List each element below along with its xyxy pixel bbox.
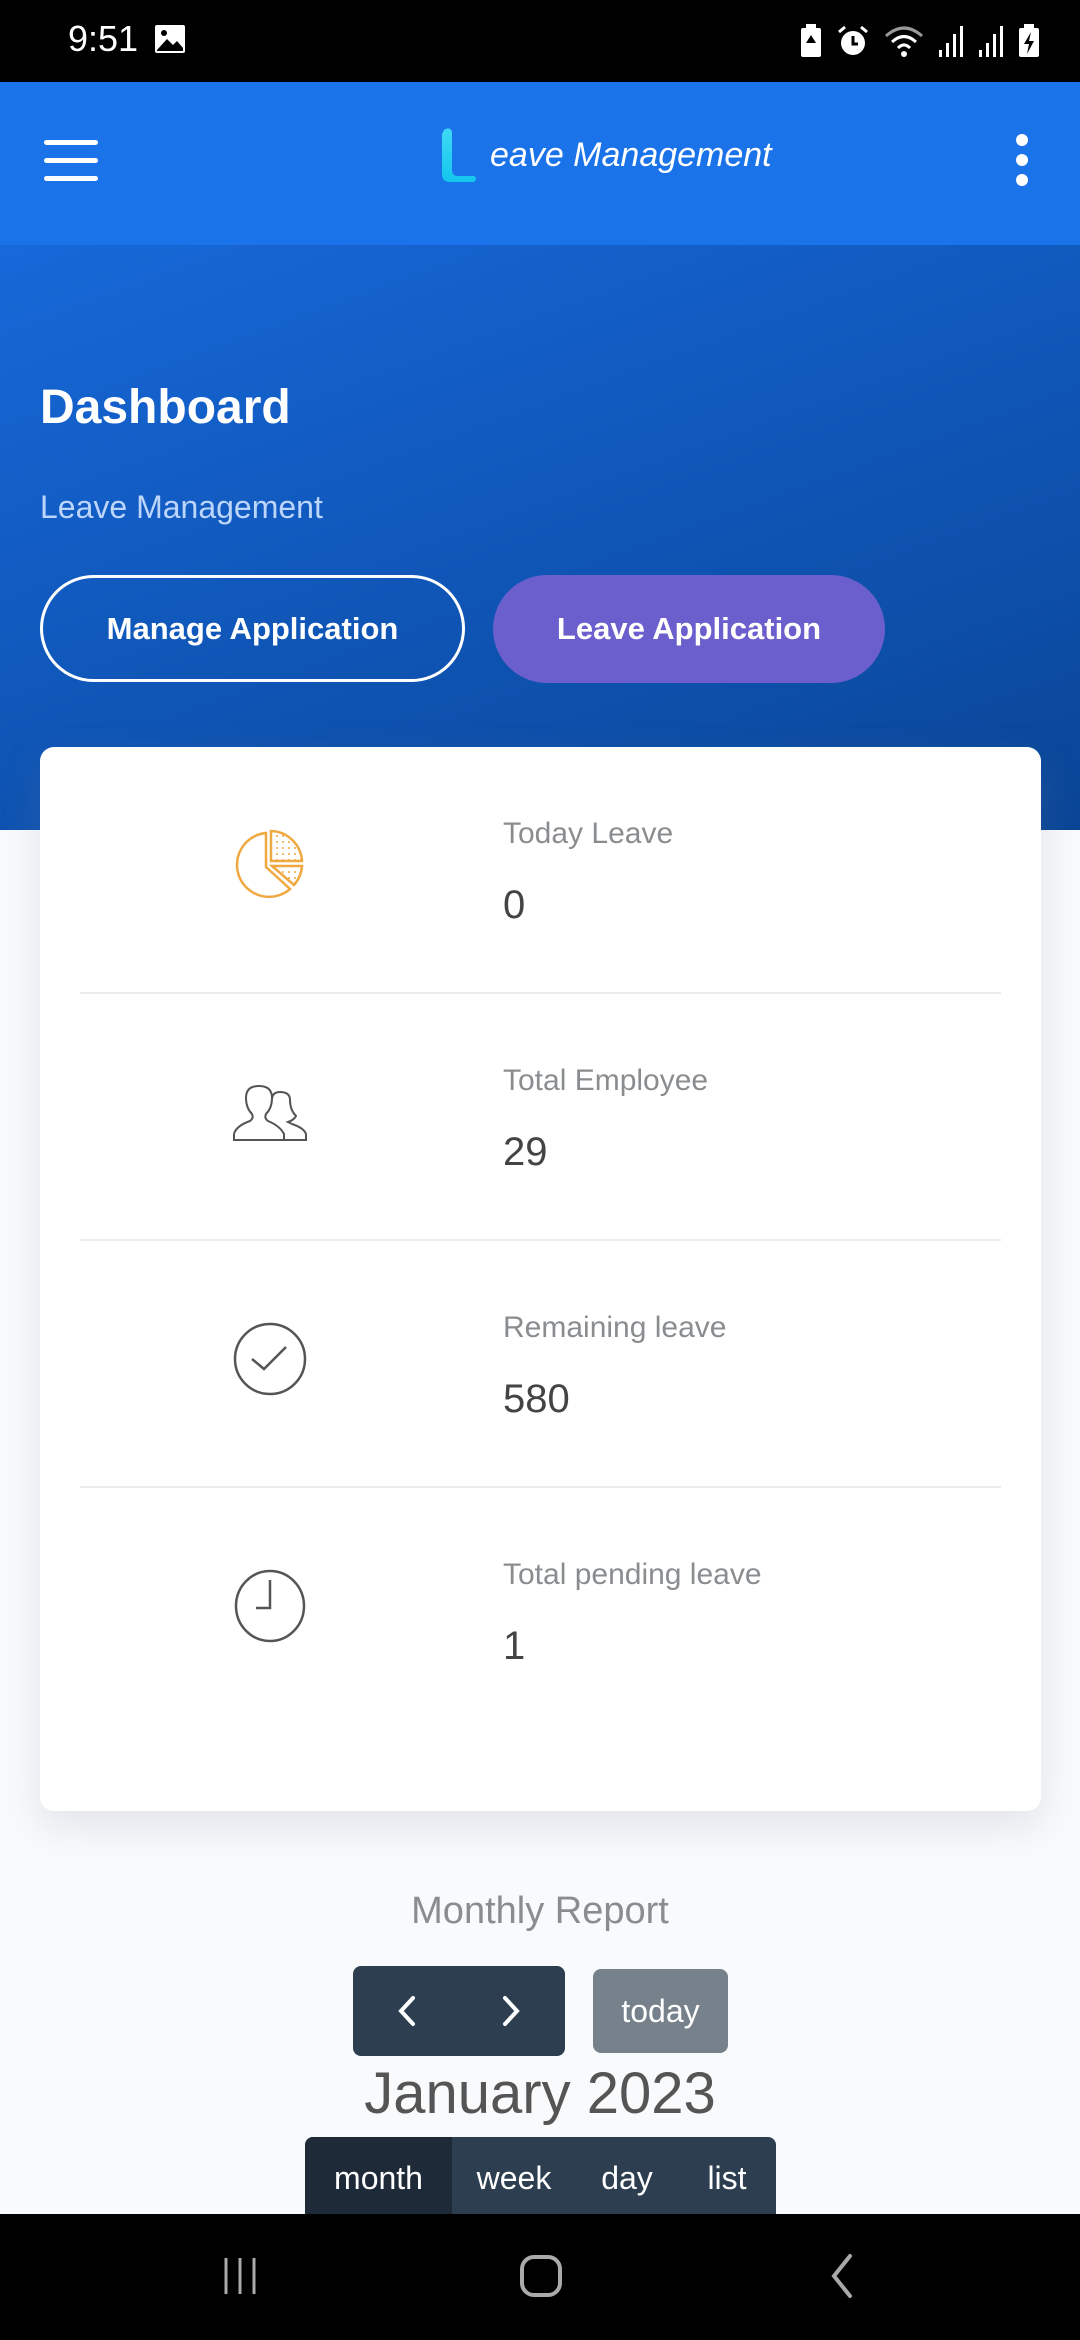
stat-value: 580: [503, 1377, 570, 1421]
prev-month-button[interactable]: [353, 1966, 459, 2056]
stat-label: Total Employee: [503, 1064, 709, 1097]
leave-application-button[interactable]: Leave Application: [493, 575, 885, 683]
stat-value: 29: [503, 1130, 548, 1174]
stat-label: Total pending leave: [503, 1558, 762, 1591]
alarm-icon: [838, 25, 868, 55]
home-icon[interactable]: [518, 2254, 564, 2298]
check-circle-icon: [233, 1322, 307, 1396]
status-bar: 9:51: [0, 0, 1080, 82]
app-logo: eave Management: [440, 126, 772, 184]
image-notification-icon: [155, 25, 185, 53]
battery-charging-icon: [1019, 24, 1039, 57]
status-icons: [800, 22, 1040, 60]
wifi-icon: [885, 26, 923, 57]
system-navigation-bar: [0, 2214, 1080, 2340]
logo-l-icon: [442, 128, 476, 182]
chevron-right-icon: [503, 1996, 520, 2026]
battery-saver-icon: [801, 24, 821, 57]
page-subtitle: Leave Management: [40, 489, 323, 525]
users-icon: [233, 1084, 307, 1141]
calendar-title: January 2023: [364, 2061, 716, 2126]
stat-value: 1: [503, 1624, 526, 1668]
chevron-left-icon: [398, 1996, 415, 2026]
manage-application-button[interactable]: Manage Application: [40, 575, 465, 682]
back-icon[interactable]: [826, 2254, 856, 2298]
recent-apps-icon[interactable]: [218, 2254, 262, 2298]
status-time: 9:51: [68, 18, 139, 59]
pie-chart-icon: [235, 829, 304, 899]
monthly-report-title: Monthly Report: [411, 1890, 669, 1932]
hamburger-menu-icon[interactable]: [44, 140, 98, 184]
signal-icon-2: [979, 26, 1003, 57]
next-month-button[interactable]: [459, 1966, 565, 2056]
stat-label: Today Leave: [503, 817, 674, 850]
app-bar: eave Management: [0, 82, 1080, 245]
app-title: eave Management: [490, 135, 772, 174]
dashboard-hero: Dashboard Leave Management Manage Applic…: [0, 245, 1080, 830]
stat-pending-leave: Total pending leave 1: [80, 1488, 1001, 1735]
page-title: Dashboard: [40, 381, 291, 434]
today-button[interactable]: today: [593, 1969, 728, 2053]
calendar-nav-group: [353, 1966, 565, 2056]
more-vertical-icon[interactable]: [1012, 134, 1032, 188]
stat-total-employee: Total Employee 29: [80, 994, 1001, 1241]
clock-icon: [234, 1569, 306, 1643]
stat-today-leave: Today Leave 0: [80, 747, 1001, 994]
stat-value: 0: [503, 883, 526, 927]
stats-card: Today Leave 0 Total Employee 29 Remainin…: [40, 747, 1041, 1811]
stat-remaining-leave: Remaining leave 580: [80, 1241, 1001, 1488]
signal-icon: [939, 26, 963, 57]
stat-label: Remaining leave: [503, 1311, 727, 1344]
